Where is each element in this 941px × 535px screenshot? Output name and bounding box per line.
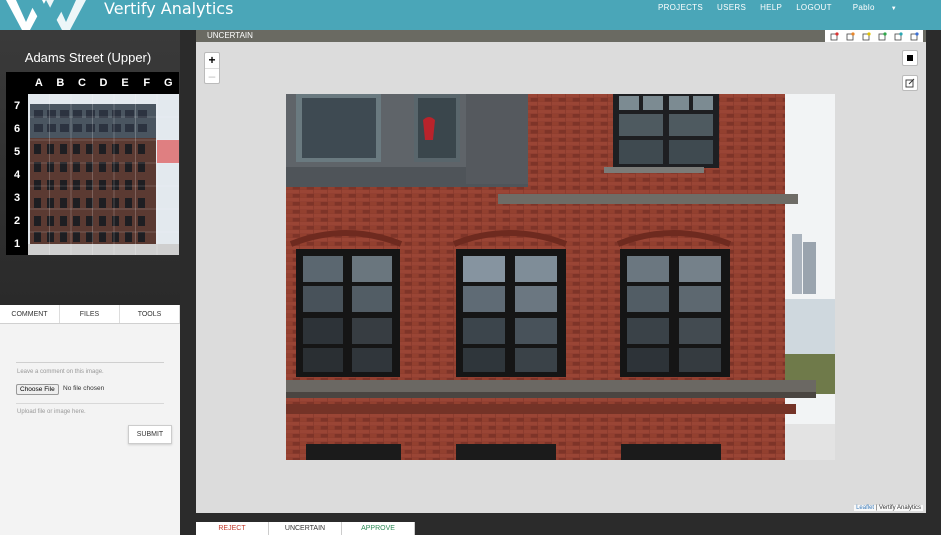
logo[interactable] [0,0,104,30]
top-navbar: Vertify Analytics PROJECTS USERS HELP LO… [0,0,941,30]
map-attribution: Leaflet | Vertify Analytics [854,505,923,511]
file-status: No file chosen [63,385,105,392]
zoom-out-button[interactable]: – [205,68,219,83]
row-label: 7 [13,99,21,112]
edit-button[interactable] [902,75,918,91]
site-title: Adams Street (Upper) [24,50,152,65]
status-strip: UNCERTAIN [196,30,926,42]
user-name: Pablo [852,3,875,12]
choose-file-button[interactable]: Choose File [16,384,59,395]
panel-tabs: COMMENT FILES TOOLS [0,305,180,324]
row-label: 3 [13,191,21,204]
caret-down-icon: ▼ [890,6,897,12]
col-label: D [99,77,108,89]
tag-red-icon[interactable] [827,30,841,42]
user-menu[interactable]: Pablo ▼ [839,0,911,16]
submit-button[interactable]: SUBMIT [128,425,172,444]
zoom-control: + – [204,52,220,84]
nav-users[interactable]: USERS [710,0,753,16]
brand-name[interactable]: Vertify Analytics [104,0,233,30]
grid-column-labels: A B C D E F G [28,77,179,89]
square-icon [907,55,913,61]
status-label: UNCERTAIN [207,31,253,40]
approve-button[interactable]: APPROVE [342,522,415,535]
row-label: 6 [13,122,21,135]
nav-help[interactable]: HELP [753,0,789,16]
upload-placeholder: Upload file or image here. [17,409,86,415]
tag-green-icon[interactable] [875,30,889,42]
col-label: F [143,77,151,89]
nav-projects[interactable]: PROJECTS [651,0,710,16]
leaflet-link[interactable]: Leaflet [856,505,874,511]
row-label: 5 [13,145,21,158]
nav-menu: PROJECTS USERS HELP LOGOUT Pablo ▼ [651,0,911,16]
row-label: 4 [13,168,21,181]
col-label: C [77,77,86,89]
nav-logout[interactable]: LOGOUT [789,0,839,16]
tag-orange-icon[interactable] [843,30,857,42]
tag-blue-icon[interactable] [907,30,921,42]
tag-teal-icon[interactable] [891,30,905,42]
reject-button[interactable]: REJECT [196,522,269,535]
comment-textarea[interactable] [16,337,164,363]
comment-placeholder: Leave a comment on this image. [17,369,104,375]
col-label: E [121,77,129,89]
tab-tools[interactable]: TOOLS [120,305,180,323]
grid-row-labels: 7 6 5 4 3 2 1 [6,94,28,255]
tag-yellow-icon[interactable] [859,30,873,42]
col-label: B [56,77,65,89]
zoom-in-button[interactable]: + [205,53,219,68]
decision-bar: REJECT UNCERTAIN APPROVE [196,522,415,535]
row-label: 1 [13,237,21,250]
tab-files[interactable]: FILES [60,305,120,323]
edit-icon [905,78,915,88]
col-label: G [163,77,173,89]
uncertain-button[interactable]: UNCERTAIN [269,522,342,535]
building-thumbnail[interactable] [28,94,179,255]
tag-toolbar [825,30,923,42]
col-label: A [34,77,43,89]
draw-rectangle-button[interactable] [902,50,918,66]
selected-cell-highlight [157,140,179,163]
tab-comment[interactable]: COMMENT [0,305,60,323]
facade-photo[interactable] [286,94,835,460]
facade-grid: A B C D E F G 7 6 5 4 3 2 1 [6,72,179,255]
row-label: 2 [13,214,21,227]
image-viewer[interactable]: + – Leaflet | Vertify Analytics [196,42,926,513]
annotation-panel: COMMENT FILES TOOLS Leave a comment on t… [0,305,180,535]
upload-field[interactable] [16,403,164,404]
attribution-text: | Vertify Analytics [875,505,921,511]
